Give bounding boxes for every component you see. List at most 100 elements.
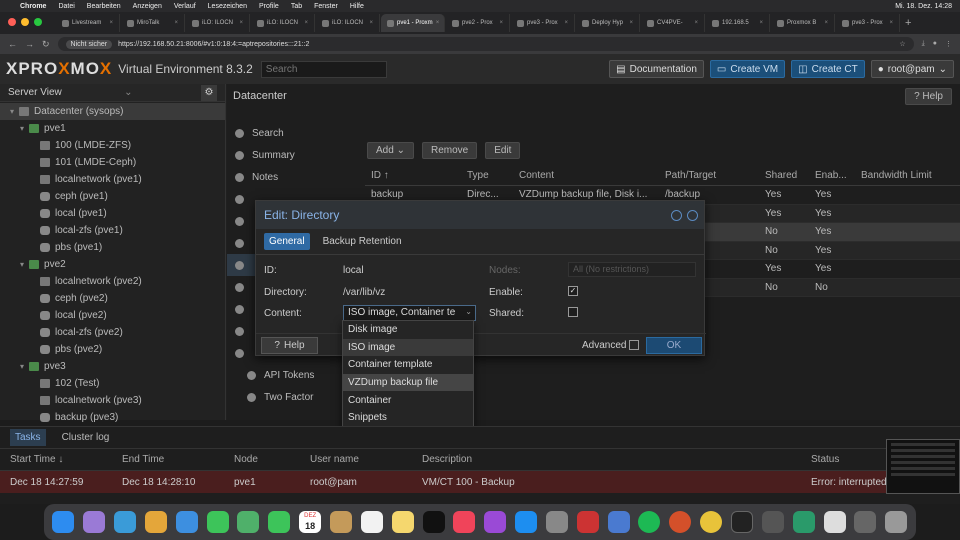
dialog-help-button[interactable]: ? Help (261, 337, 318, 354)
edit-button[interactable]: Edit (485, 142, 521, 159)
reset-icon[interactable] (671, 209, 682, 221)
safari-icon[interactable] (114, 511, 137, 533)
view-selector[interactable]: Server View ⌄ ⚙ (0, 84, 225, 102)
forward-icon[interactable]: → (25, 39, 34, 49)
folder-icon[interactable] (854, 511, 877, 533)
reload-icon[interactable]: ↻ (42, 39, 50, 50)
tab-tasks[interactable]: Tasks (10, 429, 46, 446)
browser-tab[interactable]: iLO: ILOCN × (316, 14, 380, 32)
documentation-button[interactable]: ▤ Documentation (609, 60, 704, 78)
mail-icon[interactable] (175, 511, 198, 533)
chrome-icon[interactable] (700, 511, 723, 533)
url-field[interactable]: Nicht sicher https://192.168.50.21:8006/… (57, 37, 914, 51)
close-window-button[interactable] (8, 18, 16, 26)
col-bandwidth[interactable]: Bandwidth Limit (857, 170, 960, 181)
app-menu[interactable]: Chrome (20, 3, 46, 10)
menu-view[interactable]: Anzeigen (133, 3, 162, 10)
podcasts-icon[interactable] (484, 511, 507, 533)
expand-icon[interactable]: ▾ (20, 124, 24, 133)
browser-tab[interactable]: pve3 - Prox × (836, 14, 900, 32)
close-tab-icon[interactable]: × (499, 20, 503, 26)
expand-icon[interactable]: ▾ (20, 260, 24, 269)
content-select[interactable]: ISO image, Container te ⌄ (343, 305, 476, 321)
create-vm-button[interactable]: ▭ Create VM (709, 60, 786, 78)
advanced-toggle[interactable]: Advanced (582, 340, 640, 351)
expand-icon[interactable]: ▾ (10, 107, 14, 116)
tree-item[interactable]: ▾ pve2 (0, 256, 225, 273)
enable-checkbox[interactable]: ✓ (568, 286, 578, 296)
menu-item[interactable]: API Tokens (227, 364, 361, 386)
user-menu-button[interactable]: ● root@pam ⌄ (870, 60, 954, 78)
bookmark-star-icon[interactable]: ☆ (899, 40, 905, 48)
app-icon[interactable] (576, 511, 599, 533)
menu-item[interactable]: Notes (227, 166, 361, 188)
photos-icon[interactable] (144, 511, 167, 533)
tree-item[interactable]: localnetwork (pve1) (0, 171, 225, 188)
tree-item[interactable]: local (pve1) (0, 205, 225, 222)
menu-window[interactable]: Fenster (314, 3, 338, 10)
gear-icon[interactable]: ⚙ (201, 84, 217, 101)
app-store-icon[interactable] (515, 511, 538, 533)
spotify-icon[interactable] (638, 511, 661, 533)
music-icon[interactable] (453, 511, 476, 533)
tree-item[interactable]: local-zfs (pve2) (0, 324, 225, 341)
zoom-window-button[interactable] (34, 18, 42, 26)
add-button[interactable]: Add ⌄ (367, 142, 414, 159)
close-tab-icon[interactable]: × (239, 20, 243, 26)
menu-item[interactable]: Summary (227, 144, 361, 166)
menu-item[interactable]: Two Factor (227, 386, 361, 408)
close-tab-icon[interactable]: × (174, 20, 178, 26)
menu-history[interactable]: Verlauf (174, 3, 196, 10)
calculator-icon[interactable] (761, 511, 784, 533)
close-icon[interactable] (687, 209, 698, 221)
menu-profiles[interactable]: Profile (259, 3, 279, 10)
expand-icon[interactable]: ▾ (20, 362, 24, 371)
document-icon[interactable] (823, 511, 846, 533)
dropdown-option[interactable]: Disk image (343, 321, 473, 339)
browser-tab[interactable]: pve2 - Prox × (446, 14, 510, 32)
calendar-icon[interactable]: DEZ 18 (299, 511, 322, 533)
app-icon[interactable] (607, 511, 630, 533)
contacts-icon[interactable] (330, 511, 353, 533)
col-content[interactable]: Content (513, 170, 659, 181)
tree-item[interactable]: pbs (pve1) (0, 239, 225, 256)
ok-button[interactable]: OK (646, 337, 702, 354)
col-type[interactable]: Type (463, 170, 513, 181)
window-thumbnail[interactable] (886, 439, 960, 494)
col-user[interactable]: User name (300, 454, 412, 465)
new-tab-button[interactable]: + (905, 17, 911, 29)
shared-checkbox[interactable] (568, 307, 578, 317)
tree-item[interactable]: 101 (LMDE-Ceph) (0, 154, 225, 171)
col-id[interactable]: ID ↑ (365, 170, 463, 181)
menu-item[interactable]: Search (227, 122, 361, 144)
dropdown-option[interactable]: Container (343, 391, 473, 409)
tree-item[interactable]: ▾ Datacenter (sysops) (0, 103, 225, 120)
browser-tab[interactable]: CV4PVE- × (641, 14, 705, 32)
minimize-window-button[interactable] (21, 18, 29, 26)
reminders-icon[interactable] (360, 511, 383, 533)
col-end-time[interactable]: End Time (112, 454, 224, 465)
search-input[interactable] (260, 60, 387, 78)
tree-item[interactable]: ceph (pve2) (0, 290, 225, 307)
tree-item[interactable]: ▾ pve1 (0, 120, 225, 137)
task-row[interactable]: Dec 18 14:27:59 Dec 18 14:28:10 pve1 roo… (0, 471, 960, 493)
col-shared[interactable]: Shared (759, 170, 809, 181)
back-icon[interactable]: ← (8, 39, 17, 49)
advanced-checkbox[interactable] (629, 340, 640, 351)
close-tab-icon[interactable]: × (436, 20, 440, 26)
browser-tab[interactable]: Proxmox B × (771, 14, 835, 32)
col-path[interactable]: Path/Target (659, 170, 759, 181)
remove-button[interactable]: Remove (421, 142, 478, 159)
system-settings-icon[interactable] (545, 511, 568, 533)
menu-bookmarks[interactable]: Lesezeichen (208, 3, 247, 10)
url-text[interactable]: https://192.168.50.21:8006/#v1:0:18:4:=a… (118, 41, 309, 48)
tree-item[interactable]: backup (pve3) (0, 409, 225, 426)
close-tab-icon[interactable]: × (824, 20, 828, 26)
menu-file[interactable]: Datei (58, 3, 74, 10)
tree-item[interactable]: 100 (LMDE-ZFS) (0, 137, 225, 154)
tree-item[interactable]: localnetwork (pve2) (0, 273, 225, 290)
create-ct-button[interactable]: ◫ Create CT (791, 60, 865, 78)
browser-tab[interactable]: Deploy Hyp × (576, 14, 640, 32)
facetime-icon[interactable] (268, 511, 291, 533)
notes-icon[interactable] (391, 511, 414, 533)
